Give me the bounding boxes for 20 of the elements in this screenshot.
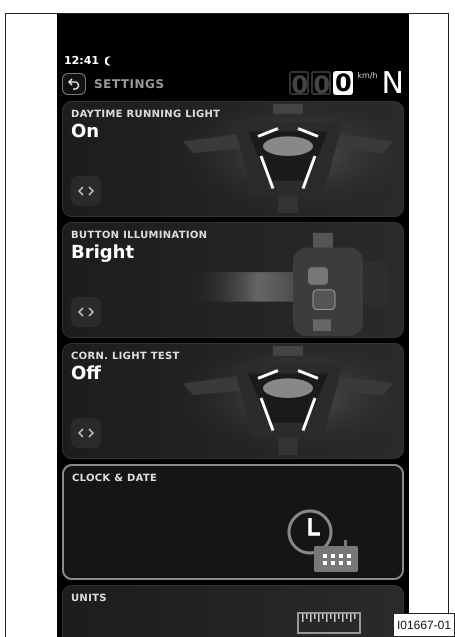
setting-title: DAYTIME RUNNING LIGHT: [71, 109, 220, 120]
setting-title: UNITS: [71, 593, 107, 604]
gear-indicator: N: [382, 71, 404, 97]
setting-value: On: [71, 121, 100, 142]
setting-card[interactable]: CLOCK & DATE: [62, 464, 404, 580]
speed-unit: km/h: [357, 71, 378, 80]
setting-title: CORN. LIGHT TEST: [71, 351, 180, 362]
speed-digit: 0: [289, 71, 310, 95]
setting-card[interactable]: CORN. LIGHT TEST Off: [62, 343, 404, 459]
figure-label: I01667-01: [393, 613, 455, 637]
setting-value: Off: [71, 363, 102, 384]
setting-title: BUTTON ILLUMINATION: [71, 230, 208, 241]
screen-title: SETTINGS: [94, 77, 166, 91]
clock-time: 12:41: [64, 54, 100, 67]
setting-card[interactable]: BUTTON ILLUMINATION Bright: [62, 222, 404, 338]
setting-title: CLOCK & DATE: [72, 473, 158, 484]
setting-card[interactable]: DAYTIME RUNNING LIGHT On: [62, 101, 404, 217]
speed-digit: 0: [311, 71, 332, 95]
speed-digit: 0: [333, 71, 354, 95]
setting-value: Bright: [71, 242, 136, 263]
